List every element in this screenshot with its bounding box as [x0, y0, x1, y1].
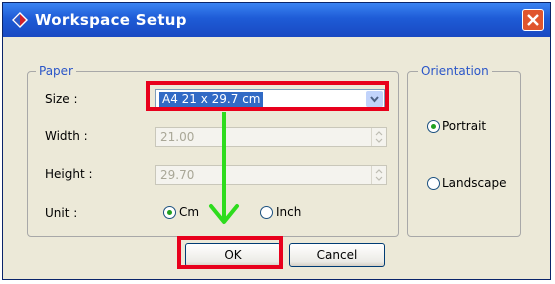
height-spinner[interactable]	[371, 166, 386, 184]
portrait-label[interactable]: Portrait	[442, 119, 486, 133]
orientation-landscape-radio[interactable]	[427, 177, 440, 190]
unit-cm-radio[interactable]	[163, 206, 176, 219]
orientation-portrait-radio[interactable]	[427, 120, 440, 133]
spinner-arrows-icon	[375, 131, 383, 143]
height-value: 29.70	[160, 168, 195, 182]
height-field[interactable]: 29.70	[155, 165, 387, 185]
unit-cm-label[interactable]: Cm	[179, 205, 199, 219]
width-label: Width :	[45, 129, 88, 143]
spinner-arrows-icon	[375, 169, 383, 181]
window-title: Workspace Setup	[35, 11, 187, 29]
landscape-label[interactable]: Landscape	[442, 176, 506, 190]
close-button[interactable]	[522, 9, 544, 31]
orientation-legend: Orientation	[418, 64, 492, 78]
orientation-group: Orientation	[407, 64, 521, 237]
unit-label: Unit :	[45, 206, 78, 220]
width-spinner[interactable]	[371, 128, 386, 146]
unit-inch-radio[interactable]	[260, 206, 273, 219]
size-label: Size :	[45, 92, 78, 106]
app-diamond-icon	[12, 12, 28, 28]
title-bar[interactable]: Workspace Setup	[3, 3, 550, 37]
size-select-highlight	[146, 81, 389, 111]
paper-legend: Paper	[36, 64, 76, 78]
cancel-button[interactable]: Cancel	[289, 243, 385, 267]
ok-button-highlight	[177, 236, 283, 269]
height-label: Height :	[45, 167, 93, 181]
unit-inch-label[interactable]: Inch	[276, 205, 301, 219]
width-field[interactable]: 21.00	[155, 127, 387, 147]
width-value: 21.00	[160, 130, 195, 144]
close-icon	[527, 14, 539, 26]
